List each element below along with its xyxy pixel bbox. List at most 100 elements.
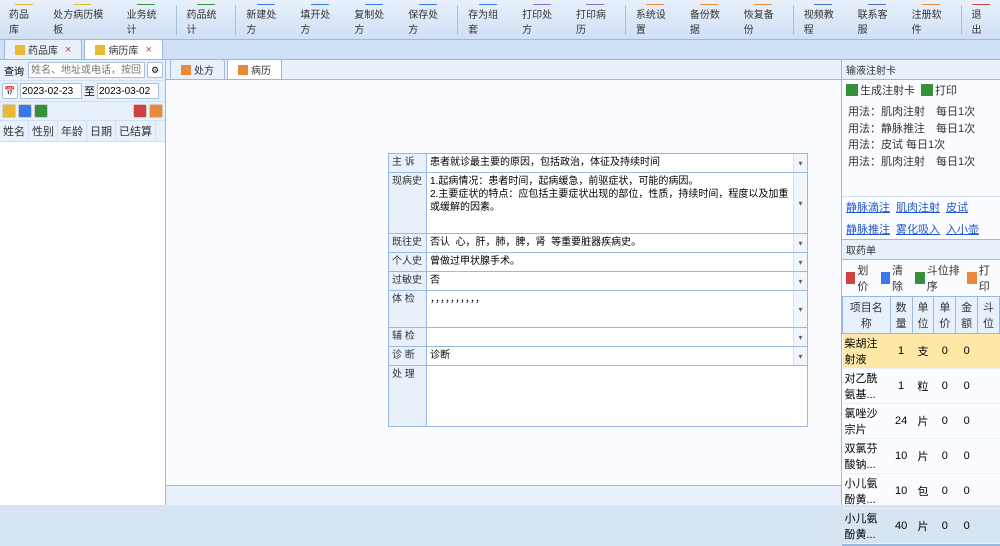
form-input-诊 断[interactable] xyxy=(427,347,793,365)
form-row-既往史: 既往史 ▾ xyxy=(388,233,808,253)
close-icon[interactable]: × xyxy=(145,44,151,56)
toolbar-药品库[interactable]: 药品库 xyxy=(2,1,45,39)
form-input-处 理[interactable] xyxy=(427,366,807,426)
mini-btn-1[interactable] xyxy=(2,104,16,118)
date-row: 📅 至 xyxy=(0,81,165,102)
medication-table: 项目名称数量单位单价金额斗位 柴胡注射液1支00对乙酰氨基...1粒00氯唑沙宗… xyxy=(842,296,1000,544)
med-row[interactable]: 对乙酰氨基...1粒00 xyxy=(843,369,1000,404)
calendar-icon[interactable]: 📅 xyxy=(2,83,18,99)
toolbar-新建处方[interactable]: 新建处方 xyxy=(239,1,292,39)
search-label: 查询 xyxy=(2,63,26,78)
tab-药品库[interactable]: 药品库× xyxy=(4,39,82,59)
dropdown-icon[interactable]: ▾ xyxy=(793,347,807,365)
toolbar-存为组套[interactable]: 存为组套 xyxy=(461,1,514,39)
form-label: 主 诉 xyxy=(389,154,427,172)
injection-card-tools: 生成注射卡打印 xyxy=(842,80,1000,100)
toolbar-打印病历[interactable]: 打印病历 xyxy=(569,1,622,39)
form-input-现病史[interactable] xyxy=(427,173,793,233)
mini-btn-del[interactable] xyxy=(133,104,147,118)
med-header-金额: 金额 xyxy=(956,297,978,334)
form-input-辅 检[interactable] xyxy=(427,328,793,346)
toolbar-系统设置[interactable]: 系统设置 xyxy=(629,1,682,39)
med-row[interactable]: 柴胡注射液1支00 xyxy=(843,334,1000,369)
toolbar-视频教程[interactable]: 视频教程 xyxy=(797,1,850,39)
toolbar-填开处方[interactable]: 填开处方 xyxy=(293,1,346,39)
form-label: 诊 断 xyxy=(389,347,427,365)
medication-title: 取药单 xyxy=(842,240,1000,260)
dropdown-icon[interactable]: ▾ xyxy=(793,234,807,252)
medtool-划价[interactable]: 划价 xyxy=(846,262,875,294)
nav-入小壶[interactable]: 入小壶 xyxy=(946,221,979,237)
form-row-过敏史: 过敏史▾ xyxy=(388,271,808,291)
date-to-label: 至 xyxy=(84,83,95,99)
date-from-input[interactable] xyxy=(20,83,82,99)
nav-静脉滴注[interactable]: 静脉滴注 xyxy=(846,199,890,215)
toolbar-保存处方[interactable]: 保存处方 xyxy=(401,1,454,39)
patient-list-header: 姓名性别年龄日期已结算 xyxy=(0,121,165,142)
toolbar-复制处方[interactable]: 复制处方 xyxy=(347,1,400,39)
nav-雾化吸入[interactable]: 雾化吸入 xyxy=(896,221,940,237)
form-row-处 理: 处 理 xyxy=(388,365,808,427)
tool-打印[interactable]: 打印 xyxy=(921,82,957,98)
tool-生成注射卡[interactable]: 生成注射卡 xyxy=(846,82,915,98)
dropdown-icon[interactable]: ▾ xyxy=(793,328,807,346)
dropdown-icon[interactable]: ▾ xyxy=(793,272,807,290)
form-input-主 诉[interactable] xyxy=(427,154,793,172)
form-input-体 检[interactable] xyxy=(427,291,793,327)
center-tab-处方[interactable]: 处方 xyxy=(170,59,225,79)
med-header-单位: 单位 xyxy=(912,297,934,334)
dropdown-icon[interactable]: ▾ xyxy=(793,154,807,172)
dropdown-icon[interactable]: ▾ xyxy=(793,291,807,327)
toolbar-联系客服[interactable]: 联系客服 xyxy=(851,1,904,39)
date-to-input[interactable] xyxy=(97,83,159,99)
toolbar-处方病历模板[interactable]: 处方病历模板 xyxy=(46,1,118,39)
med-row[interactable]: 双氯芬酸钠...10片00 xyxy=(843,439,1000,474)
form-input-过敏史[interactable] xyxy=(427,272,793,290)
form-row-诊 断: 诊 断 ▾ xyxy=(388,346,808,366)
toolbar-药品统计[interactable]: 药品统计 xyxy=(180,1,233,39)
form-label: 体 检 xyxy=(389,291,427,327)
tab-病历库[interactable]: 病历库× xyxy=(84,39,162,59)
center-tabs: 处方病历 xyxy=(166,60,841,80)
header-已结算: 已结算 xyxy=(116,121,156,141)
medtool-斗位排序[interactable]: 斗位排序 xyxy=(915,262,961,294)
form-input-个人史[interactable] xyxy=(427,253,793,271)
search-settings-icon[interactable]: ⚙ xyxy=(147,62,163,78)
injection-nav-links: 静脉滴注肌肉注射皮试静脉推注雾化吸入入小壶 xyxy=(842,196,1000,239)
form-label: 既往史 xyxy=(389,234,427,252)
dropdown-icon[interactable]: ▾ xyxy=(793,253,807,271)
center-panel: 处方病历 主 诉▾现病史▾既往史▾个人史▾过敏史▾体 检▾辅 检▾诊 断▾处 理 xyxy=(166,60,842,505)
toolbar-备份数据[interactable]: 备份数据 xyxy=(683,1,736,39)
search-input[interactable] xyxy=(28,62,145,78)
toolbar-打印处方[interactable]: 打印处方 xyxy=(515,1,568,39)
nav-静脉推注[interactable]: 静脉推注 xyxy=(846,221,890,237)
medical-record-form: 主 诉▾现病史▾既往史▾个人史▾过敏史▾体 检▾辅 检▾诊 断▾处 理 xyxy=(166,80,841,485)
med-row[interactable]: 小儿氨酚黄...40片00 xyxy=(843,509,1000,544)
header-日期: 日期 xyxy=(87,121,116,141)
center-tab-病历[interactable]: 病历 xyxy=(227,59,282,79)
dropdown-icon[interactable]: ▾ xyxy=(793,173,807,233)
med-row[interactable]: 氯唑沙宗片24片00 xyxy=(843,404,1000,439)
med-row[interactable]: 小儿氨酚黄...10包00 xyxy=(843,474,1000,509)
mini-btn-print[interactable] xyxy=(149,104,163,118)
usage-line: 用法：皮试 每日1次 xyxy=(848,137,994,154)
form-row-辅 检: 辅 检 ▾ xyxy=(388,327,808,347)
nav-肌肉注射[interactable]: 肌肉注射 xyxy=(896,199,940,215)
med-header-数量: 数量 xyxy=(890,297,912,334)
mini-btn-2[interactable] xyxy=(18,104,32,118)
medtool-清除[interactable]: 清除 xyxy=(881,262,910,294)
form-row-体 检: 体 检 ▾ xyxy=(388,290,808,328)
toolbar-业务统计[interactable]: 业务统计 xyxy=(120,1,173,39)
header-姓名: 姓名 xyxy=(0,121,29,141)
form-row-个人史: 个人史▾ xyxy=(388,252,808,272)
nav-皮试[interactable]: 皮试 xyxy=(946,199,968,215)
main-toolbar: 药品库处方病历模板业务统计药品统计新建处方填开处方复制处方保存处方存为组套打印处… xyxy=(0,0,1000,40)
form-label: 辅 检 xyxy=(389,328,427,346)
form-input-既往史[interactable] xyxy=(427,234,793,252)
toolbar-注册软件[interactable]: 注册软件 xyxy=(905,1,958,39)
medtool-打印[interactable]: 打印 xyxy=(967,262,996,294)
toolbar-恢复备份[interactable]: 恢复备份 xyxy=(737,1,790,39)
mini-btn-3[interactable] xyxy=(34,104,48,118)
toolbar-退出[interactable]: 退出 xyxy=(964,1,997,39)
close-icon[interactable]: × xyxy=(65,44,71,56)
